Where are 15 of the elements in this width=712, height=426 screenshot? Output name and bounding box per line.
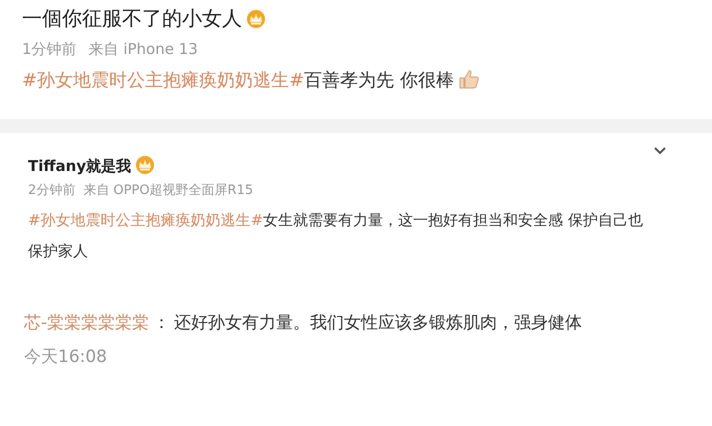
post-text: #孙女地震时公主抱瘫痪奶奶逃生#百善孝为先 你很棒: [22, 66, 690, 94]
colon-text: ：: [152, 312, 172, 334]
author-name: 一個你征服不了的小女人: [22, 4, 690, 32]
hashtag-link[interactable]: #孙女地震时公主抱瘫痪奶奶逃生#: [28, 210, 264, 228]
replier-name[interactable]: 芯-棠棠棠棠棠棠: [24, 310, 150, 334]
post-source: 来自 iPhone 13: [88, 39, 198, 60]
hashtag-link[interactable]: #孙女地震时公主抱瘫痪奶奶逃生#: [22, 70, 304, 90]
reply-text: 还好孙女有力量。我们女性应该多锻炼肌肉，强身健体: [174, 312, 582, 334]
reply-time: 今天16:08: [24, 346, 108, 368]
comment-time: 2分钟前: [28, 182, 76, 200]
chevron-down-icon[interactable]: [654, 146, 666, 154]
commenter-name: Tiffany就是我: [28, 154, 156, 177]
post-time: 1分钟前: [22, 39, 77, 60]
comment-source: 来自 OPPO超视野全面屏R15: [83, 182, 254, 200]
comment-text: #孙女地震时公主抱瘫痪奶奶逃生#女生就需要有力量，这一抱好有担当和安全感 保护自己也保护家人: [28, 210, 644, 262]
